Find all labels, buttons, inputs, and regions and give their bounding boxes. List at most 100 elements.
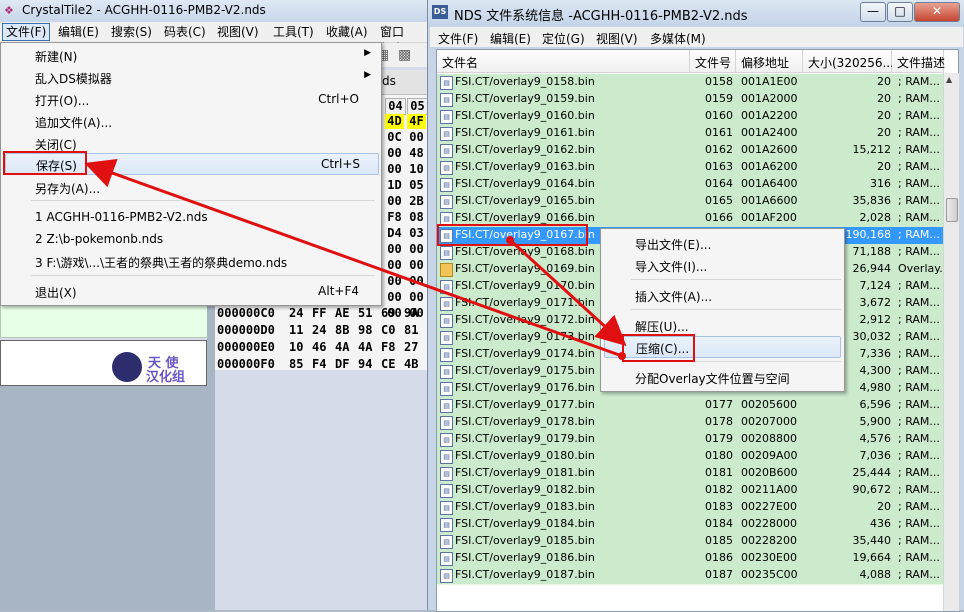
file-menu-recent-2[interactable]: 2 Z:\b-pokemonb.nds (5, 229, 377, 249)
file-menu-save-as[interactable]: 另存为(A)... (5, 177, 377, 197)
hex-tab[interactable]: ds (378, 70, 428, 95)
ctx-decompress[interactable]: 解压(U)... (604, 315, 839, 335)
rmenu-edit[interactable]: 编辑(E) (490, 30, 531, 47)
table-row[interactable]: ▤ FSI.CT/overlay9_0179.bin 0179 00208800 4,5… (437, 431, 943, 449)
hex-byte[interactable]: 00 (407, 130, 426, 145)
menu-favorites[interactable]: 收藏(A) (323, 24, 371, 40)
hex-byte[interactable]: 46 (312, 340, 326, 354)
col-offset[interactable]: 偏移地址 (736, 50, 803, 73)
hex-byte[interactable]: 00 (407, 242, 426, 257)
hex-byte[interactable]: FF (312, 306, 326, 320)
col-size[interactable]: 大小(320256... (803, 50, 894, 73)
hex-byte[interactable]: 00 (385, 258, 404, 273)
hex-byte[interactable]: 00 (385, 162, 404, 177)
file-menu-recent-3[interactable]: 3 F:\游戏\...\王者的祭典\王者的祭典demo.nds (5, 251, 377, 271)
hex-byte[interactable]: AE (335, 306, 349, 320)
minimize-button[interactable]: — (860, 2, 886, 22)
hex-byte[interactable]: 2B (407, 194, 426, 209)
table-row[interactable]: ▤ FSI.CT/overlay9_0184.bin 0184 00228000 436… (437, 516, 943, 534)
hex-byte[interactable]: 9A (404, 306, 418, 320)
table-row[interactable]: ▤ FSI.CT/overlay9_0177.bin 0177 00205600 6,5… (437, 397, 943, 415)
table-row[interactable]: ▤ FSI.CT/overlay9_0164.bin 0164 001A6400 316… (437, 176, 943, 194)
col-desc[interactable]: 文件描述 (892, 50, 945, 73)
rmenu-multimedia[interactable]: 多媒体(M) (650, 30, 706, 47)
hex-byte[interactable]: 00 (385, 290, 404, 305)
file-menu-exit[interactable]: 退出(X) Alt+F4 (5, 281, 377, 301)
menu-view[interactable]: 视图(V) (214, 24, 262, 40)
hex-byte[interactable]: 08 (407, 210, 426, 225)
hex-byte[interactable]: C0 (381, 323, 395, 337)
maximize-button[interactable]: □ (887, 2, 913, 22)
menu-search[interactable]: 搜索(S) (108, 24, 155, 40)
menu-edit[interactable]: 编辑(E) (55, 24, 102, 40)
hex-byte[interactable]: 85 (289, 357, 303, 371)
rmenu-file[interactable]: 文件(F) (438, 30, 478, 47)
table-row[interactable]: ▤ FSI.CT/overlay9_0163.bin 0163 001A6200 20;… (437, 159, 943, 177)
hex-byte[interactable]: 00 (407, 290, 426, 305)
col-filename[interactable]: 文件名 (437, 50, 690, 73)
hex-byte[interactable]: 27 (404, 340, 418, 354)
table-row[interactable]: ▤ FSI.CT/overlay9_0178.bin 0178 00207000 5,9… (437, 414, 943, 432)
table-row[interactable]: ▤ FSI.CT/overlay9_0181.bin 0181 0020B600 25,… (437, 465, 943, 483)
menu-codetable[interactable]: 码表(C) (161, 24, 209, 40)
close-button[interactable]: ✕ (914, 2, 960, 22)
table-row[interactable]: ▤ FSI.CT/overlay9_0161.bin 0161 001A2400 20;… (437, 125, 943, 143)
hex-byte[interactable]: 00 (407, 274, 426, 289)
scroll-thumb[interactable] (946, 198, 958, 222)
hex-byte[interactable]: 51 (358, 306, 372, 320)
vertical-scrollbar[interactable]: ▲ (943, 73, 959, 611)
table-row[interactable]: ▤ FSI.CT/overlay9_0162.bin 0162 001A2600 15,… (437, 142, 943, 160)
ctx-export[interactable]: 导出文件(E)... (604, 233, 839, 253)
splitter[interactable] (207, 300, 215, 610)
hex-byte[interactable]: CE (381, 357, 395, 371)
table-row[interactable]: ▤ FSI.CT/overlay9_0187.bin 0187 00235C00 4,0… (437, 567, 943, 585)
hex-byte[interactable]: 05 (407, 178, 426, 193)
table-row[interactable]: ▤ FSI.CT/overlay9_0183.bin 0183 00227E00 20;… (437, 499, 943, 517)
col-filenum[interactable]: 文件号 (690, 50, 736, 73)
hex-byte[interactable]: 0C (385, 130, 404, 145)
hex-byte[interactable]: 4D (385, 114, 404, 129)
hex-byte[interactable]: 00 (385, 274, 404, 289)
hex-byte[interactable]: F8 (381, 340, 395, 354)
table-row[interactable]: ▤ FSI.CT/overlay9_0182.bin 0182 00211A00 90,… (437, 482, 943, 500)
hex-byte[interactable]: 48 (407, 146, 426, 161)
hex-byte[interactable]: F4 (312, 357, 326, 371)
hex-byte[interactable]: 94 (358, 357, 372, 371)
hex-byte[interactable]: 00 (385, 146, 404, 161)
table-row[interactable]: ▤ FSI.CT/overlay9_0165.bin 0165 001A6600 35,… (437, 193, 943, 211)
ctx-allocate-overlay[interactable]: 分配Overlay文件位置与空间 (604, 367, 839, 387)
hex-byte[interactable]: 24 (289, 306, 303, 320)
hex-byte[interactable]: 03 (407, 226, 426, 241)
table-row[interactable]: ▤ FSI.CT/overlay9_0185.bin 0185 00228200 35,… (437, 533, 943, 551)
scroll-up-icon[interactable]: ▲ (946, 75, 952, 84)
hex-byte[interactable]: 81 (404, 323, 418, 337)
hex-byte[interactable]: 1D (385, 178, 404, 193)
hex-byte[interactable]: 4F (407, 114, 426, 129)
menu-window[interactable]: 窗口(W) (377, 24, 427, 55)
hex-byte[interactable]: 00 (385, 194, 404, 209)
rmenu-goto[interactable]: 定位(G) (542, 30, 585, 47)
hex-byte[interactable]: 4B (404, 357, 418, 371)
hex-byte[interactable]: 98 (358, 323, 372, 337)
ctx-import[interactable]: 导入文件(I)... (604, 255, 839, 275)
file-menu-recent-1[interactable]: 1 ACGHH-0116-PMB2-V2.nds (5, 207, 377, 227)
table-row[interactable]: ▤ FSI.CT/overlay9_0158.bin 0158 001A1E00 20;… (437, 74, 943, 92)
hex-byte[interactable]: 8B (335, 323, 349, 337)
rmenu-view[interactable]: 视图(V) (596, 30, 638, 47)
table-row[interactable]: ▤ FSI.CT/overlay9_0159.bin 0159 001A2000 20;… (437, 91, 943, 109)
file-menu-close[interactable]: 关闭(C) (5, 133, 377, 153)
hex-byte[interactable]: 4A (335, 340, 349, 354)
ctx-insert[interactable]: 插入文件(A)... (604, 285, 839, 305)
file-menu-new[interactable]: 新建(N) ▶ (5, 45, 377, 65)
grid-icon[interactable]: ▩ (398, 47, 411, 63)
file-menu-append[interactable]: 追加文件(A)... (5, 111, 377, 131)
file-menu-open[interactable]: 打开(O)... Ctrl+O (5, 89, 377, 109)
hex-byte[interactable]: 10 (407, 162, 426, 177)
table-row[interactable]: ▤ FSI.CT/overlay9_0160.bin 0160 001A2200 20;… (437, 108, 943, 126)
hex-byte[interactable]: 24 (312, 323, 326, 337)
hex-byte[interactable]: 69 (381, 306, 395, 320)
hex-byte[interactable]: 4A (358, 340, 372, 354)
hex-byte[interactable]: 10 (289, 340, 303, 354)
file-menu-emulator[interactable]: 乱入DS模拟器 ▶ (5, 67, 377, 87)
hex-byte[interactable]: 00 (407, 258, 426, 273)
